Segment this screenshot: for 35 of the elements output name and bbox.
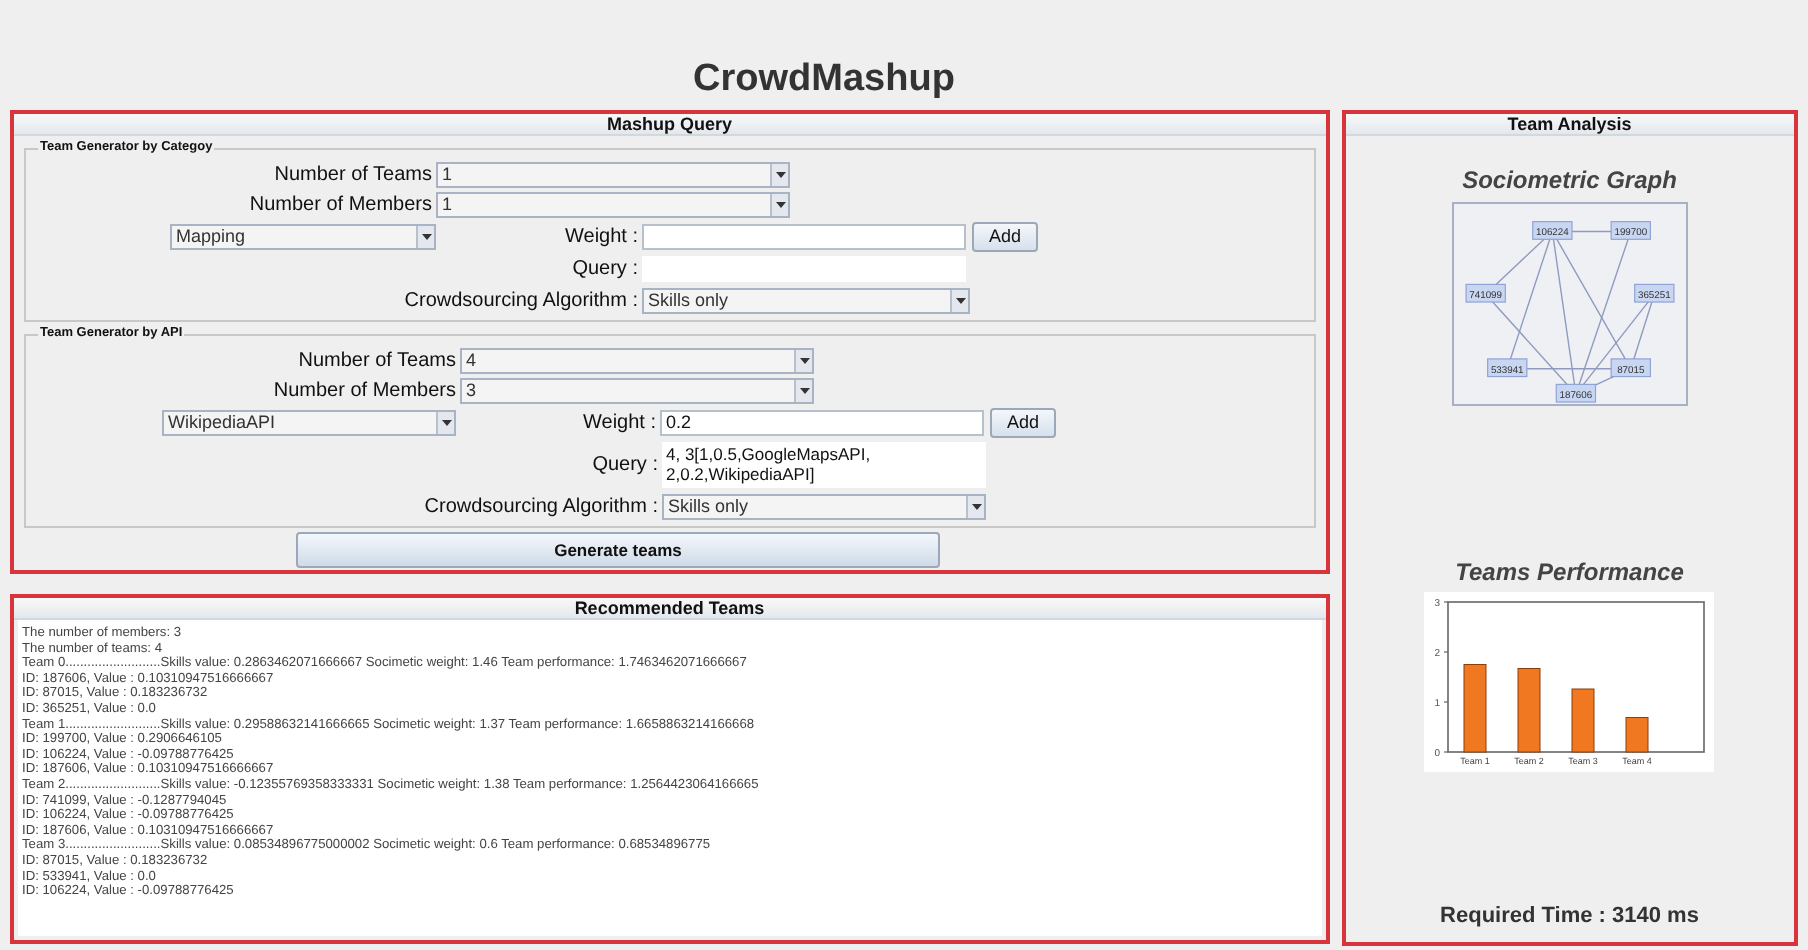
algorithm-dropdown[interactable]: Skills only [642,288,970,314]
weight-field[interactable]: 0.2 [660,410,984,436]
field-label: Crowdsourcing Algorithm : [402,288,638,314]
teams-dropdown[interactable]: 4 [460,348,814,374]
panel-header: Team Analysis [1345,114,1794,136]
field-label: Weight : [581,410,656,436]
field-label: Query : [570,256,638,282]
weight-field[interactable] [642,224,966,250]
field-label: Number of Teams [272,162,432,188]
panel-header: Mashup Query [14,114,1326,136]
app-title: CrowdMashup [693,56,955,104]
bar [1626,717,1649,753]
source-dropdown[interactable]: Mapping [170,224,436,250]
source-dropdown[interactable]: WikipediaAPI [162,410,456,436]
members-dropdown[interactable]: 1 [436,192,790,218]
graph-title: Sociometric Graph [1462,166,1677,194]
field-label: Number of Members [271,378,456,404]
query-field[interactable]: 4, 3[1,0.5,GoogleMapsAPI, 2,0.2,WikipediaAPI] [662,442,986,488]
add-button[interactable]: Add [972,222,1038,252]
panel-header: Recommended Teams [14,598,1326,620]
generate-teams-button[interactable]: Generate teams [296,532,940,568]
bar [1518,668,1541,753]
field-label: Number of Members [247,192,432,218]
bar [1464,664,1487,753]
field-label: Weight : [563,224,638,250]
bar [1572,688,1595,753]
field-label: Query : [590,452,658,478]
required-time: Required Time : 3140 ms [1440,901,1699,931]
chart-title: Teams Performance [1455,558,1684,586]
add-button[interactable]: Add [990,408,1056,438]
field-label: Number of Teams [296,348,456,374]
field-label: Crowdsourcing Algorithm : [422,494,658,520]
algorithm-dropdown[interactable]: Skills only [662,494,986,520]
teams-dropdown[interactable]: 1 [436,162,790,188]
members-dropdown[interactable]: 3 [460,378,814,404]
